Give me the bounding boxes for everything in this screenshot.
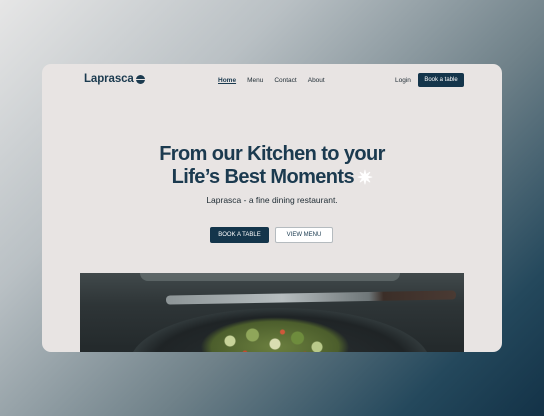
hero-food-image bbox=[80, 273, 464, 352]
hero-cta-row: BOOK A TABLE VIEW MENU bbox=[210, 227, 333, 243]
book-table-nav-button[interactable]: Book a table bbox=[418, 73, 464, 87]
hero-title-line1: From our Kitchen to your bbox=[159, 143, 385, 165]
image-knife bbox=[165, 290, 457, 305]
browser-page: Laprasca Home Menu Contact About Login B… bbox=[42, 64, 502, 352]
view-menu-button[interactable]: VIEW MENU bbox=[275, 227, 333, 243]
image-background-blur bbox=[140, 273, 400, 281]
nav-item-about[interactable]: About bbox=[308, 77, 325, 84]
nav-menu: Home Menu Contact About bbox=[218, 77, 336, 84]
hero-title: From our Kitchen to your Life’s Best Mom… bbox=[42, 143, 502, 190]
login-link[interactable]: Login bbox=[395, 77, 411, 84]
nav-item-menu[interactable]: Menu bbox=[247, 77, 263, 84]
brand-logo[interactable]: Laprasca bbox=[84, 73, 145, 85]
nav-item-home[interactable]: Home bbox=[218, 77, 236, 84]
logo-mark-icon bbox=[135, 74, 145, 84]
sparkle-icon: ✷ bbox=[357, 168, 373, 189]
nav-item-contact[interactable]: Contact bbox=[274, 77, 296, 84]
hero-subtitle: Laprasca - a fine dining restaurant. bbox=[206, 195, 338, 205]
hero-title-line2-wrap: Life’s Best Moments ✷ bbox=[42, 166, 502, 190]
brand-name: Laprasca bbox=[84, 73, 134, 85]
hero-title-line2: Life’s Best Moments bbox=[171, 166, 355, 188]
top-navigation: Laprasca Home Menu Contact About Login B… bbox=[42, 64, 502, 96]
book-table-button[interactable]: BOOK A TABLE bbox=[210, 227, 269, 243]
